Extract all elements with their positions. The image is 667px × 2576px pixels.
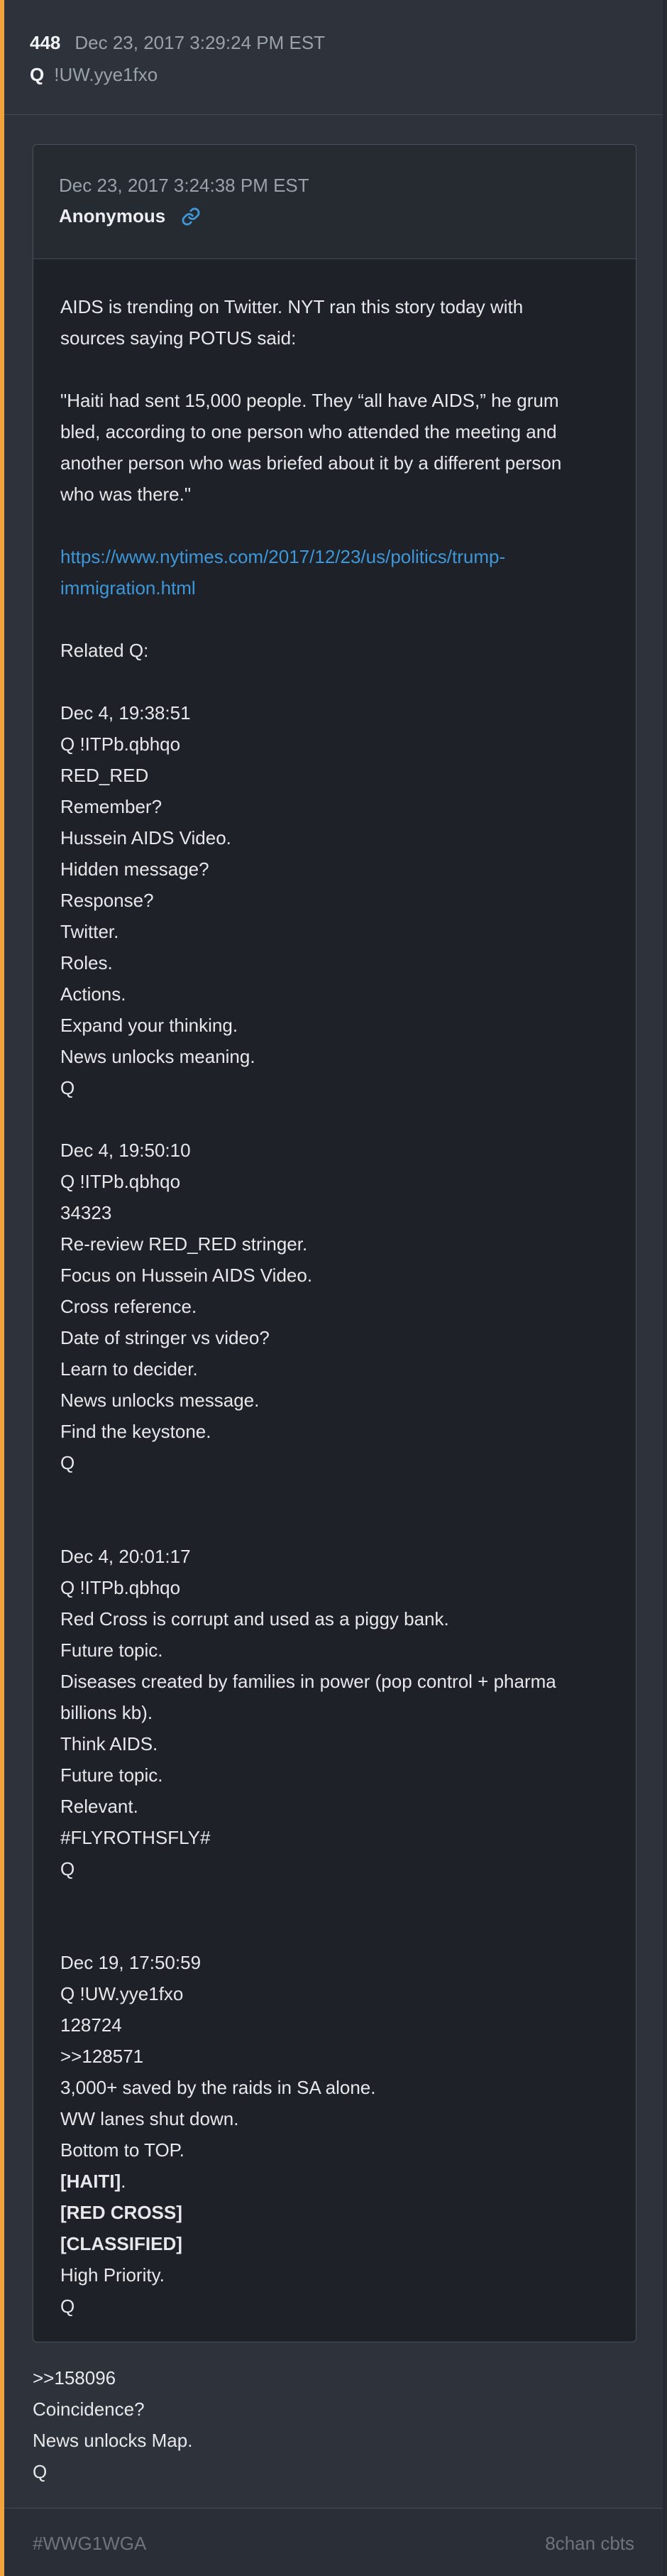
nytimes-link[interactable]: https://www.nytimes.com/2017/12/23/us/po… [60, 541, 610, 572]
text-line: 3,000+ saved by the raids in SA alone. [60, 2077, 376, 2098]
text-line: WW lanes shut down. [60, 2108, 239, 2129]
text-line: #FLYROTHSFLY# [60, 1827, 211, 1848]
text-line: Q !UW.yye1fxo [60, 1983, 184, 2004]
text-line: Expand your thinking. [60, 1015, 238, 1036]
text-line: Response? [60, 890, 154, 911]
text-line: News unlocks message. [60, 1390, 260, 1411]
text-line: Red Cross is corrupt and used as a piggy… [60, 1608, 449, 1630]
text-line: Q [60, 1077, 75, 1098]
text-line: Q [60, 2296, 75, 2317]
link-icon[interactable] [181, 207, 201, 227]
text-line: Learn to decider. [60, 1358, 198, 1380]
text-line: Actions. [60, 983, 126, 1005]
text-line: Remember? [60, 796, 162, 817]
text-line: Cross reference. [60, 1296, 197, 1317]
post-body: >>158096 Coincidence? News unlocks Map. … [33, 2362, 192, 2487]
text-line: Q !ITPb.qbhqo [60, 1577, 181, 1598]
text-line: Relevant. [60, 1796, 138, 1817]
text-line: Q !ITPb.qbhqo [60, 1171, 181, 1192]
quoted-post: Dec 23, 2017 3:24:38 PM EST Anonymous AI… [33, 144, 636, 2342]
nytimes-link-continued[interactable]: immigration.html [60, 572, 610, 604]
text-line: >>128571 [60, 2046, 144, 2067]
text-line: Dec 19, 17:50:59 [60, 1952, 202, 1973]
quoted-post-header: Dec 23, 2017 3:24:38 PM EST Anonymous [33, 145, 636, 259]
text-line: Dec 4, 19:50:10 [60, 1140, 191, 1161]
text-line: Hussein AIDS Video. [60, 827, 231, 848]
text-line: billions kb). [60, 1702, 153, 1723]
text-line: Dec 4, 20:01:17 [60, 1546, 191, 1567]
post-card: 448 Dec 23, 2017 3:29:24 PM EST Q !UW.yy… [0, 0, 663, 2576]
quoted-post-date: Dec 23, 2017 3:24:38 PM EST [59, 175, 309, 196]
text-line: Coincidence? [33, 2398, 145, 2420]
text-line: bled, according to one person who attend… [60, 421, 557, 442]
text-line: Find the keystone. [60, 1421, 211, 1442]
text-line: Roles. [60, 952, 113, 973]
post-footer: #WWG1WGA 8chan cbts [4, 2508, 663, 2576]
text-line: News unlocks meaning. [60, 1046, 255, 1067]
text-line: Re-review RED_RED stringer. [60, 1233, 308, 1255]
text-line: News unlocks Map. [33, 2430, 193, 2451]
text-line: Hidden message? [60, 858, 209, 880]
text-line: Think AIDS. [60, 1733, 158, 1754]
post-number[interactable]: 448 [30, 32, 60, 54]
text-line: Date of stringer vs video? [60, 1327, 270, 1348]
text-line: Diseases created by families in power (p… [60, 1671, 556, 1692]
text-line: another person who was briefed about it … [60, 452, 562, 474]
text-line: Q [60, 1858, 75, 1879]
text-line: Dec 4, 19:38:51 [60, 702, 191, 724]
text-line: Twitter. [60, 921, 119, 942]
text-line: Q !ITPb.qbhqo [60, 733, 181, 755]
text-line: RED_RED [60, 765, 149, 786]
post-header: 448 Dec 23, 2017 3:29:24 PM EST Q !UW.yy… [4, 0, 663, 115]
quoted-post-body: AIDS is trending on Twitter. NYT ran thi… [33, 259, 636, 2322]
text-line: Focus on Hussein AIDS Video. [60, 1265, 313, 1286]
text-line: 128724 [60, 2014, 122, 2036]
quoted-post-author: Anonymous [59, 205, 166, 227]
related-label: Related Q: [60, 640, 149, 661]
text-line: sources saying POTUS said: [60, 327, 297, 349]
haiti-line: [HAITI]. [60, 2166, 610, 2197]
text-line: 34323 [60, 1202, 112, 1223]
reply-link[interactable]: >>158096 [33, 2362, 192, 2394]
hashtag-label: #WWG1WGA [33, 2533, 147, 2554]
classified-bold: [CLASSIFIED] [60, 2233, 182, 2254]
post-tripcode: !UW.yye1fxo [54, 64, 158, 85]
post-date: Dec 23, 2017 3:29:24 PM EST [75, 32, 326, 53]
text-line: AIDS is trending on Twitter. NYT ran thi… [60, 296, 524, 317]
text-line: High Priority. [60, 2264, 165, 2286]
haiti-bold: [HAITI] [60, 2171, 121, 2192]
text-line: "Haiti had sent 15,000 people. They “all… [60, 390, 559, 411]
text-line: Q [60, 1452, 75, 1473]
source-label: 8chan cbts [545, 2533, 634, 2554]
text-line: Future topic. [60, 1764, 163, 1786]
text-line: Bottom to TOP. [60, 2139, 184, 2161]
text-line: Q [33, 2461, 48, 2482]
text-line: Future topic. [60, 1639, 163, 1661]
haiti-period: . [121, 2171, 126, 2192]
post-author: Q [30, 64, 45, 85]
text-line: who was there." [60, 484, 192, 505]
red-cross-bold: [RED CROSS] [60, 2202, 182, 2223]
